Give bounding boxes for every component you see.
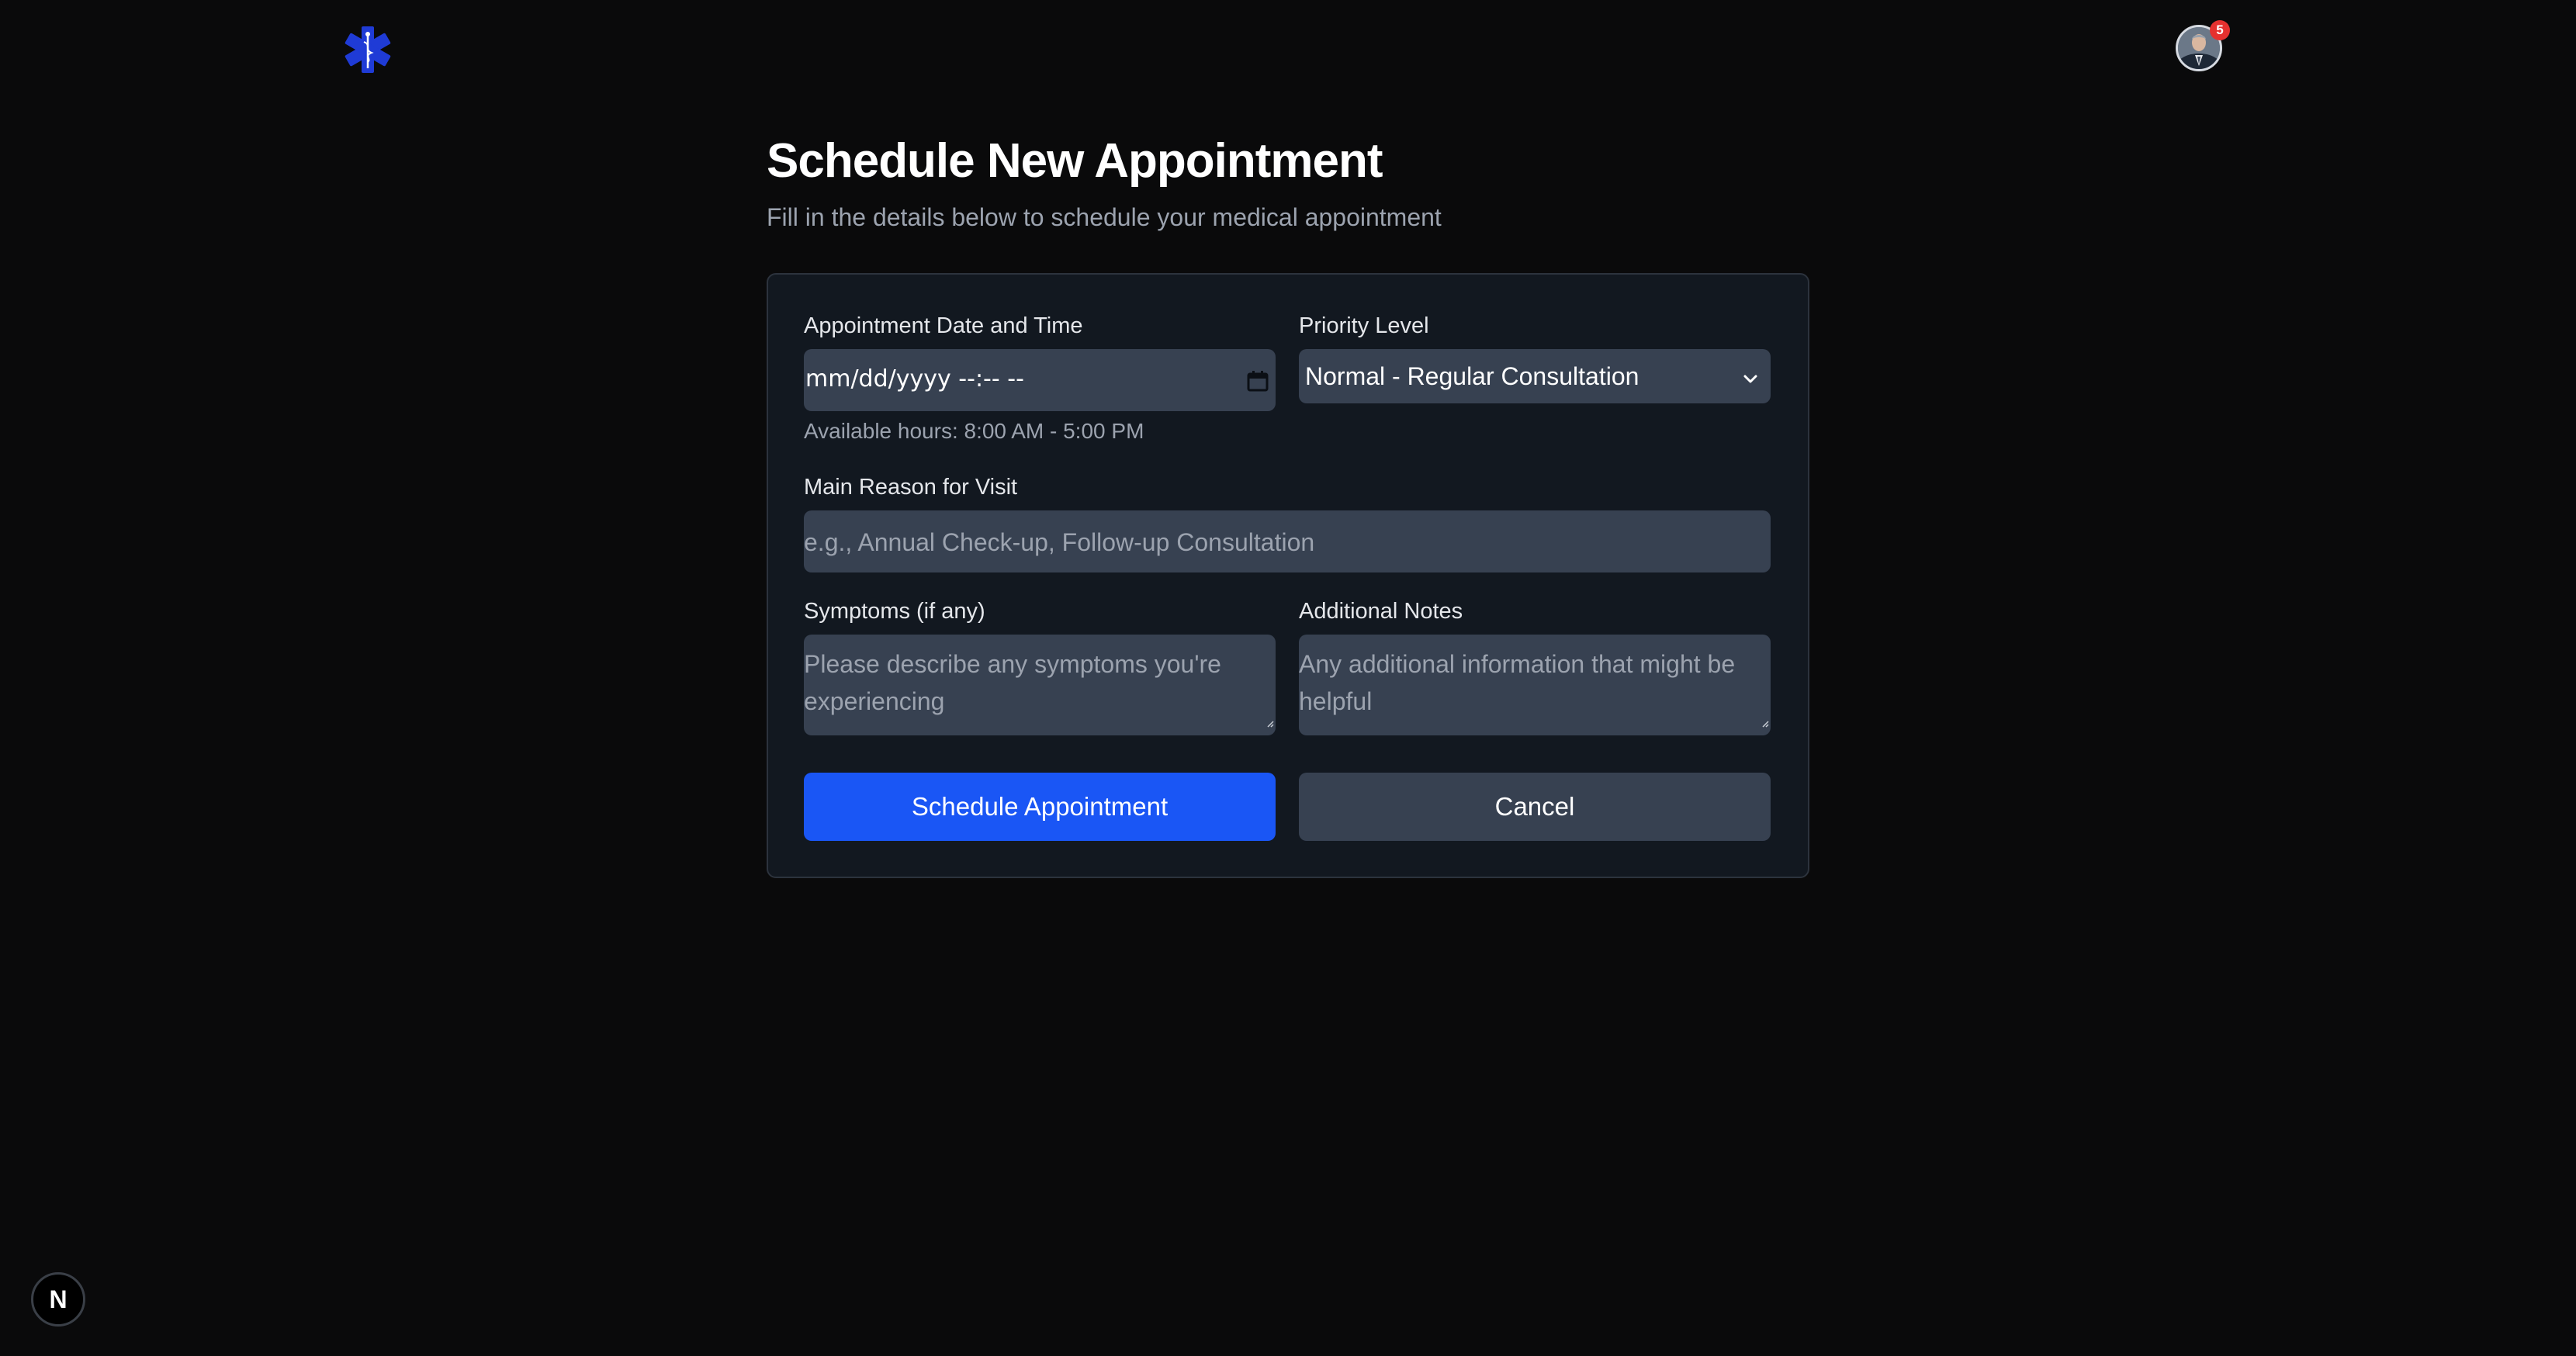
- priority-selected-value: Normal - Regular Consultation: [1305, 362, 1639, 390]
- chevron-down-icon: [1741, 366, 1760, 395]
- notes-textarea[interactable]: Any additional information that might be…: [1299, 635, 1771, 735]
- notes-placeholder: Any additional information that might be…: [1299, 650, 1736, 715]
- appointment-form-card: Appointment Date and Time mm/dd/yyyy --:…: [767, 273, 1809, 878]
- datetime-input[interactable]: mm/dd/yyyy --:-- --: [804, 349, 1276, 411]
- notification-badge: 5: [2210, 20, 2230, 40]
- notes-label: Additional Notes: [1299, 599, 1463, 624]
- reason-placeholder: e.g., Annual Check-up, Follow-up Consult…: [804, 528, 1315, 556]
- available-hours-hint: Available hours: 8:00 AM - 5:00 PM: [804, 419, 1144, 443]
- priority-label: Priority Level: [1299, 313, 1429, 338]
- schedule-appointment-button[interactable]: Schedule Appointment: [804, 773, 1276, 841]
- reason-label: Main Reason for Visit: [804, 475, 1018, 500]
- page-root: 5 Schedule New Appointment Fill in the d…: [0, 0, 2576, 1356]
- dev-badge-label: N: [49, 1285, 68, 1313]
- datetime-value: mm/dd/yyyy --:-- --: [805, 365, 1024, 393]
- resize-handle-icon[interactable]: [1761, 705, 1769, 734]
- cancel-button[interactable]: Cancel: [1299, 773, 1771, 841]
- dev-tools-button[interactable]: N: [31, 1272, 85, 1327]
- symptoms-textarea[interactable]: Please describe any symptoms you're expe…: [804, 635, 1276, 735]
- datetime-label: Appointment Date and Time: [804, 313, 1083, 338]
- user-avatar[interactable]: 5: [2176, 20, 2230, 74]
- page-title: Schedule New Appointment: [767, 134, 1383, 188]
- page-subtitle: Fill in the details below to schedule yo…: [767, 203, 1442, 231]
- star-of-life-icon[interactable]: [343, 25, 393, 74]
- priority-select[interactable]: Normal - Regular Consultation: [1299, 349, 1771, 403]
- symptoms-placeholder: Please describe any symptoms you're expe…: [804, 650, 1221, 715]
- resize-handle-icon[interactable]: [1266, 705, 1274, 734]
- symptoms-label: Symptoms (if any): [804, 599, 985, 624]
- calendar-icon[interactable]: [1246, 369, 1269, 399]
- reason-input[interactable]: e.g., Annual Check-up, Follow-up Consult…: [804, 510, 1771, 572]
